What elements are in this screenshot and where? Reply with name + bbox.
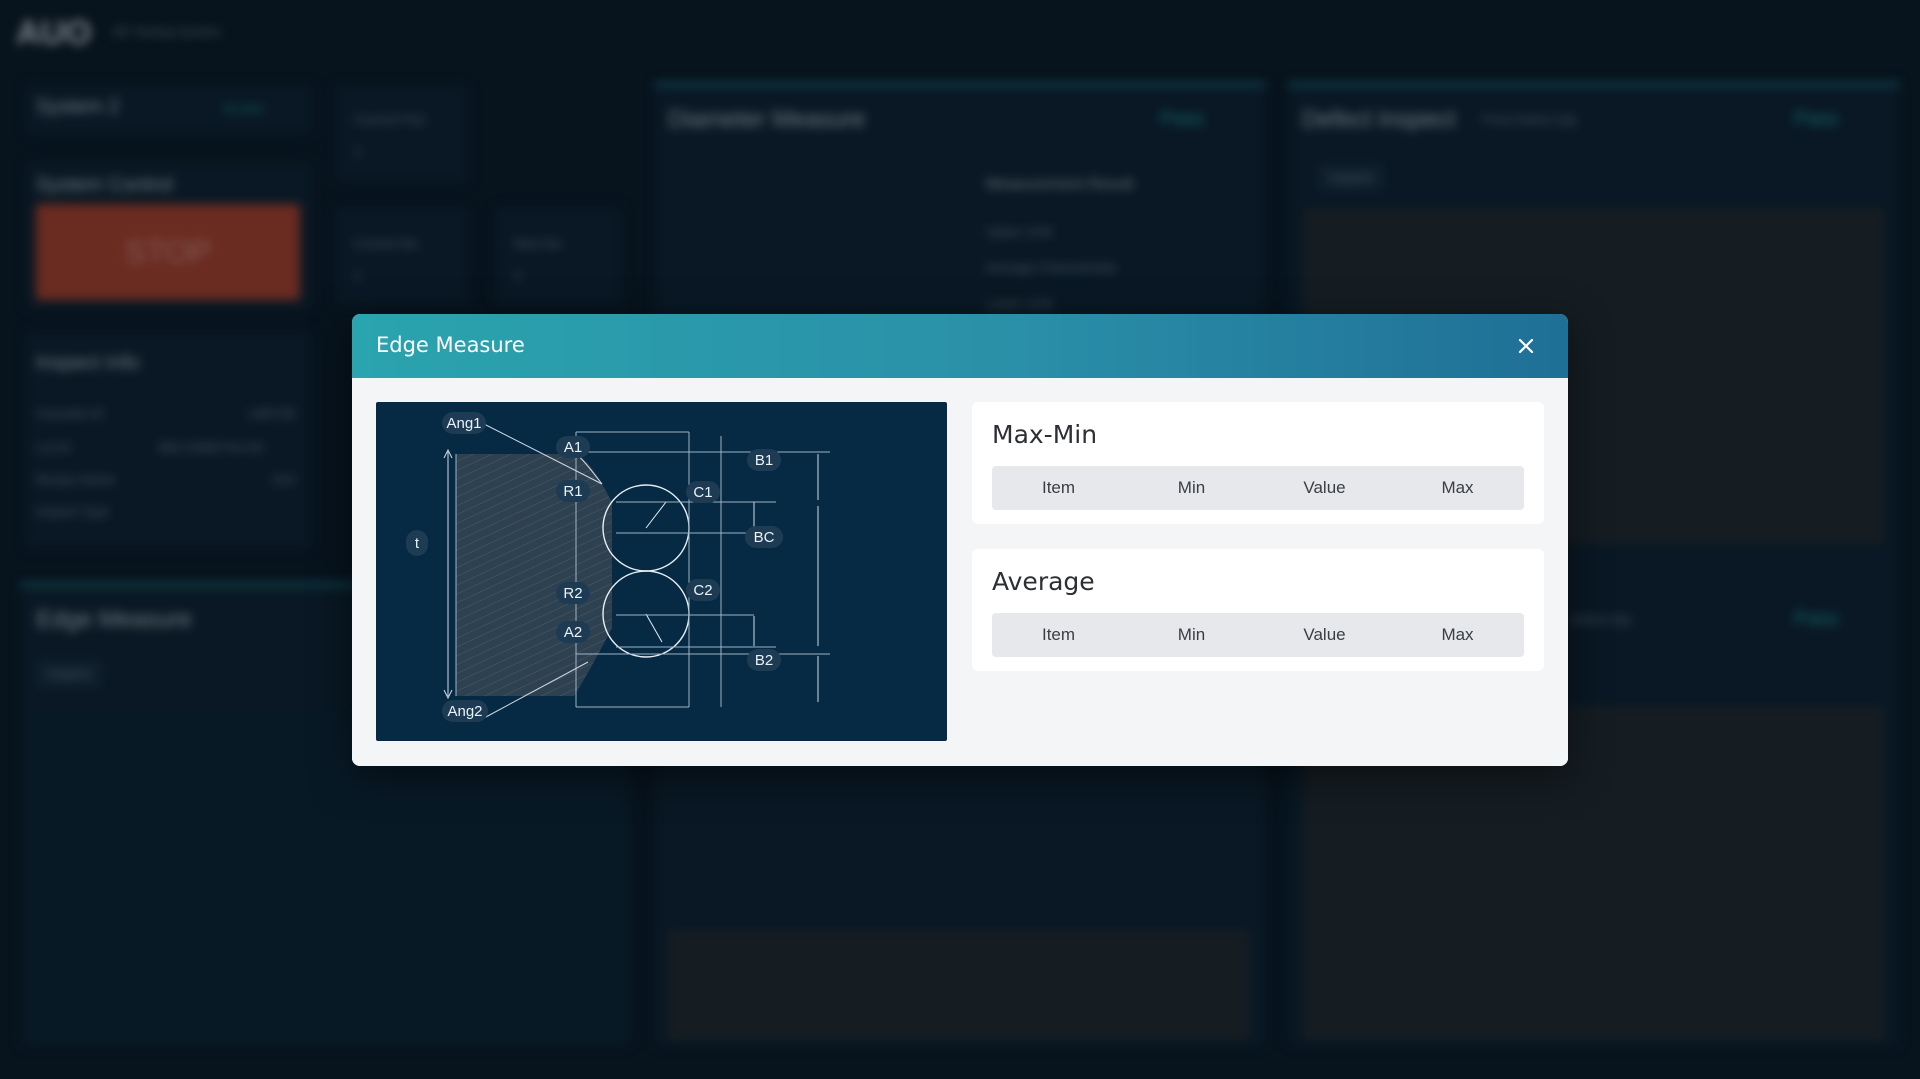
modal-header: Edge Measure bbox=[352, 314, 1568, 378]
label-b1: B1 bbox=[747, 449, 781, 471]
close-icon[interactable] bbox=[1514, 334, 1538, 358]
column-header-max: Max bbox=[1441, 478, 1474, 497]
column-header-max: Max bbox=[1441, 625, 1474, 644]
label-ang2-text: Ang2 bbox=[447, 703, 482, 720]
label-a2: A2 bbox=[556, 621, 590, 643]
label-c2: C2 bbox=[686, 579, 720, 601]
label-r2: R2 bbox=[556, 582, 590, 604]
label-r1: R1 bbox=[556, 480, 590, 502]
label-ang1: Ang1 bbox=[442, 412, 486, 434]
label-bc-text: BC bbox=[754, 529, 775, 546]
label-r2-text: R2 bbox=[563, 585, 582, 602]
max-min-card: Max-Min Item Min Value Max bbox=[972, 402, 1544, 524]
label-r1-text: R1 bbox=[563, 483, 582, 500]
column-header-value: Value bbox=[1303, 625, 1346, 644]
label-a1-text: A1 bbox=[564, 439, 582, 456]
label-b1-text: B1 bbox=[755, 452, 773, 469]
column-header-item: Item bbox=[1041, 478, 1076, 497]
label-a2-text: A2 bbox=[564, 624, 582, 641]
label-ang2: Ang2 bbox=[442, 700, 488, 722]
edge-diagram: Ang1 A1 R1 B1 C1 BC t C2 R2 B2 A2 Ang2 bbox=[376, 402, 947, 741]
column-header-value: Value bbox=[1303, 478, 1346, 497]
label-c2-text: C2 bbox=[693, 582, 712, 599]
max-min-table-header: Item Min Value Max bbox=[992, 466, 1524, 510]
column-header-min: Min bbox=[1177, 625, 1206, 644]
label-b2-text: B2 bbox=[755, 652, 773, 669]
modal-title: Edge Measure bbox=[376, 333, 525, 357]
label-c1: C1 bbox=[686, 481, 720, 503]
column-header-min: Min bbox=[1177, 478, 1206, 497]
label-t: t bbox=[406, 530, 428, 556]
column-header-item: Item bbox=[1041, 625, 1076, 644]
average-table-header: Item Min Value Max bbox=[992, 613, 1524, 657]
label-a1: A1 bbox=[556, 436, 590, 458]
label-bc: BC bbox=[745, 526, 783, 548]
edge-measure-modal: Edge Measure Ang1 A1 R1 B1 C1 BC t C2 R2… bbox=[352, 314, 1568, 766]
average-title: Average bbox=[992, 567, 1095, 596]
label-c1-text: C1 bbox=[693, 484, 712, 501]
label-b2: B2 bbox=[747, 649, 781, 671]
max-min-title: Max-Min bbox=[992, 420, 1098, 449]
average-card: Average Item Min Value Max bbox=[972, 549, 1544, 671]
label-ang1-text: Ang1 bbox=[446, 415, 481, 432]
